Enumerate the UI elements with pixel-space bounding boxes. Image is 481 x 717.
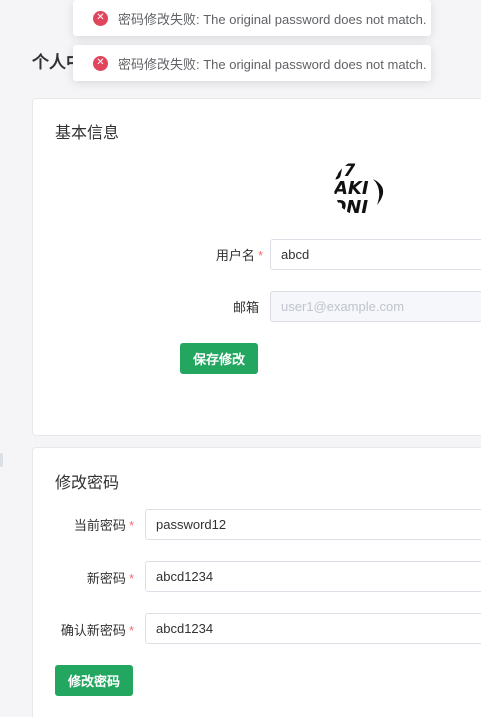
new-password-input[interactable] xyxy=(145,561,481,592)
error-toast: ✕ 密码修改失败: The original password does not… xyxy=(73,0,431,36)
side-indicator xyxy=(0,453,3,467)
required-mark: * xyxy=(257,248,263,263)
error-icon: ✕ xyxy=(93,55,108,71)
confirm-password-label: 确认新密码 * xyxy=(33,620,134,639)
email-label: 邮箱 xyxy=(232,300,259,315)
profile-page: 个人中心 基本信息 J7 AKI ONI 用户名* 邮箱 保存修改 修改密码 当… xyxy=(0,0,481,717)
error-toast: ✕ 密码修改失败: The original password does not… xyxy=(73,45,431,81)
avatar[interactable]: J7 AKI ONI xyxy=(333,159,391,217)
avatar-text-line-2: AKI xyxy=(333,178,369,199)
username-label: 用户名 * xyxy=(183,245,263,264)
confirm-password-input[interactable] xyxy=(145,613,481,644)
email-input xyxy=(270,291,481,322)
save-button[interactable]: 保存修改 xyxy=(180,343,259,374)
current-password-input[interactable] xyxy=(145,509,481,540)
required-mark: * xyxy=(128,571,134,586)
new-password-label-text: 新密码 xyxy=(86,571,126,586)
basic-info-title: 基本信息 xyxy=(55,125,120,142)
current-password-label-text: 当前密码 xyxy=(73,518,126,533)
username-input[interactable] xyxy=(270,239,481,270)
change-password-title: 修改密码 xyxy=(55,475,120,492)
required-mark: * xyxy=(128,623,134,638)
error-icon: ✕ xyxy=(93,10,108,26)
new-password-label: 新密码 * xyxy=(33,568,134,587)
basic-info-card: 基本信息 J7 AKI ONI 用户名* 邮箱 保存修改 xyxy=(32,98,481,436)
required-mark: * xyxy=(128,518,134,533)
confirm-password-label-text: 确认新密码 xyxy=(60,623,126,638)
toast-message: 密码修改失败: The original password does not m… xyxy=(118,11,427,27)
toast-message: 密码修改失败: The original password does not m… xyxy=(118,56,427,72)
change-password-button[interactable]: 修改密码 xyxy=(55,665,134,696)
current-password-label: 当前密码 * xyxy=(33,515,134,534)
change-password-card: 修改密码 当前密码* 新密码* 确认新密码* 修改密码 xyxy=(32,447,481,717)
username-label-text: 用户名 xyxy=(215,248,255,263)
